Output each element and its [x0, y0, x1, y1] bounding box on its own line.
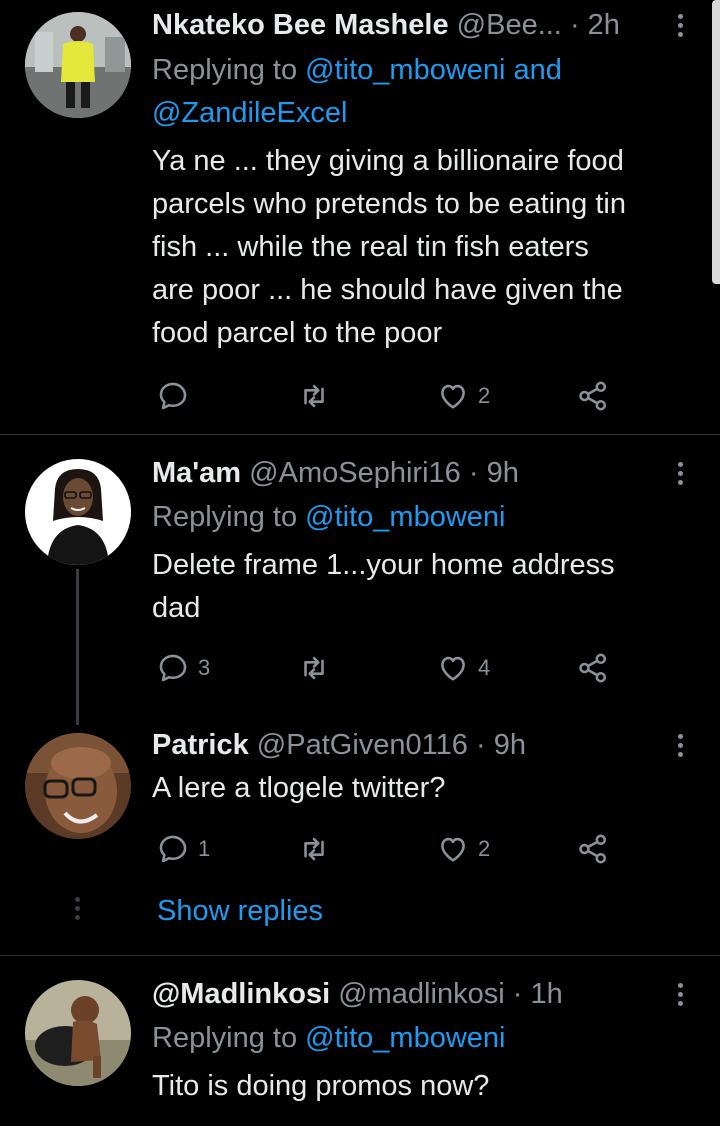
timestamp[interactable]: 9h: [487, 457, 519, 489]
tweet-text-line: dad: [152, 592, 201, 624]
share-icon: [579, 653, 607, 683]
more-vertical-icon[interactable]: [670, 976, 690, 1012]
tweet-text: Delete frame 1...your home address dad: [152, 544, 694, 630]
retweet-icon: [304, 656, 324, 680]
tweet[interactable]: Ma'am @AmoSephiri16 · 9h Replying to @ti…: [0, 435, 720, 725]
display-name[interactable]: Patrick: [152, 729, 249, 761]
avatar[interactable]: [25, 459, 131, 565]
separator-dot: ·: [475, 729, 486, 761]
share-icon: [579, 834, 607, 864]
user-avatar-glasses-icon: [25, 733, 131, 839]
replying-to-label: Replying to: [152, 1022, 306, 1054]
tweet-text: Tito is doing promos now?: [152, 1065, 694, 1108]
reply-icon: [159, 654, 187, 682]
display-name[interactable]: @Madlinkosi: [152, 978, 330, 1010]
reply-count: 1: [198, 836, 211, 861]
tweet-text-line: Ya ne ... they giving a billionaire food: [152, 145, 624, 177]
user-handle[interactable]: @Bee...: [457, 9, 562, 41]
tweet-text-line: food parcel to the poor: [152, 317, 443, 349]
retweet-button[interactable]: [297, 648, 331, 688]
avatar[interactable]: [25, 980, 131, 1086]
replying-to: Replying to @tito_mboweni: [152, 496, 680, 539]
timestamp[interactable]: 1h: [530, 978, 562, 1010]
share-button[interactable]: [576, 648, 610, 688]
retweet-button[interactable]: [297, 376, 331, 416]
mention-link[interactable]: @tito_mboweni: [305, 54, 505, 86]
mention-link[interactable]: @ZandileExcel: [152, 97, 347, 129]
user-avatar-yellow-jacket-icon: [25, 12, 131, 118]
replying-to-label: Replying to: [152, 501, 306, 533]
replying-to: Replying to @tito_mboweni and @ZandileEx…: [152, 49, 680, 135]
tweet-text-line: are poor ... he should have given the: [152, 274, 623, 306]
show-replies-link[interactable]: Show replies: [157, 893, 323, 929]
tweet-text-line: fish ... while the real tin fish eaters: [152, 231, 589, 263]
mention-link[interactable]: @tito_mboweni: [305, 1022, 505, 1054]
separator-dot: ·: [569, 9, 580, 41]
user-handle[interactable]: @PatGiven0116: [257, 729, 468, 761]
more-vertical-icon[interactable]: [670, 7, 690, 43]
reply-icon: [159, 835, 187, 863]
tweet-text: A lere a tlogele twitter?: [152, 767, 694, 810]
like-count: 2: [478, 383, 491, 408]
replying-to-label: Replying to: [152, 54, 306, 86]
display-name[interactable]: Ma'am: [152, 457, 241, 489]
tweet[interactable]: @Madlinkosi @madlinkosi · 1h Replying to…: [0, 956, 720, 1126]
replying-to: Replying to @tito_mboweni: [152, 1017, 680, 1060]
tweet-actions: 3 4: [152, 648, 720, 688]
timestamp[interactable]: 2h: [588, 9, 620, 41]
thread-line: [76, 569, 79, 725]
retweet-icon: [304, 384, 324, 408]
like-button[interactable]: 2: [436, 376, 490, 416]
tweet-text-line: parcels who pretends to be eating tin: [152, 188, 626, 220]
like-count: 2: [478, 836, 491, 861]
tweet-text-line: Delete frame 1...your home address: [152, 549, 615, 581]
retweet-button[interactable]: [297, 829, 331, 869]
timestamp[interactable]: 9h: [494, 729, 526, 761]
heart-icon: [441, 384, 465, 409]
separator-dot: ·: [512, 978, 523, 1010]
tweet-text-line: Tito is doing promos now?: [152, 1070, 490, 1102]
reply-icon: [159, 382, 187, 410]
tweet-text-line: A lere a tlogele twitter?: [152, 772, 446, 804]
like-button[interactable]: 4: [436, 648, 490, 688]
heart-icon: [441, 656, 465, 681]
user-handle[interactable]: @madlinkosi: [338, 978, 504, 1010]
reply-count: 3: [198, 655, 211, 680]
display-name[interactable]: Nkateko Bee Mashele: [152, 9, 449, 41]
retweet-icon: [304, 837, 324, 861]
like-button[interactable]: 2: [436, 829, 490, 869]
avatar[interactable]: [25, 12, 131, 118]
tweet-text: Ya ne ... they giving a billionaire food…: [152, 140, 694, 355]
tweet[interactable]: Patrick @PatGiven0116 · 9h A lere a tlog…: [0, 715, 720, 955]
heart-icon: [441, 837, 465, 862]
share-icon: [579, 381, 607, 411]
share-button[interactable]: [576, 376, 610, 416]
share-button[interactable]: [576, 829, 610, 869]
separator-dot: ·: [468, 457, 479, 489]
tweet-actions: 1 2: [152, 829, 720, 869]
reply-button[interactable]: [156, 376, 198, 416]
tweet-actions: 2: [152, 376, 720, 416]
user-handle[interactable]: @AmoSephiri16: [249, 457, 461, 489]
avatar[interactable]: [25, 733, 131, 839]
more-vertical-icon[interactable]: [670, 727, 690, 763]
reply-button[interactable]: 3: [156, 648, 210, 688]
thread-continuation: [75, 897, 80, 920]
like-count: 4: [478, 655, 491, 680]
user-avatar-child-icon: [25, 980, 131, 1086]
tweet[interactable]: Nkateko Bee Mashele @Bee... · 2h Replyin…: [0, 0, 720, 434]
reply-button[interactable]: 1: [156, 829, 210, 869]
mention-link[interactable]: @tito_mboweni: [305, 501, 505, 533]
more-vertical-icon[interactable]: [670, 455, 690, 491]
user-avatar-woman-icon: [25, 459, 131, 565]
mention-conjunction: and: [505, 54, 562, 86]
